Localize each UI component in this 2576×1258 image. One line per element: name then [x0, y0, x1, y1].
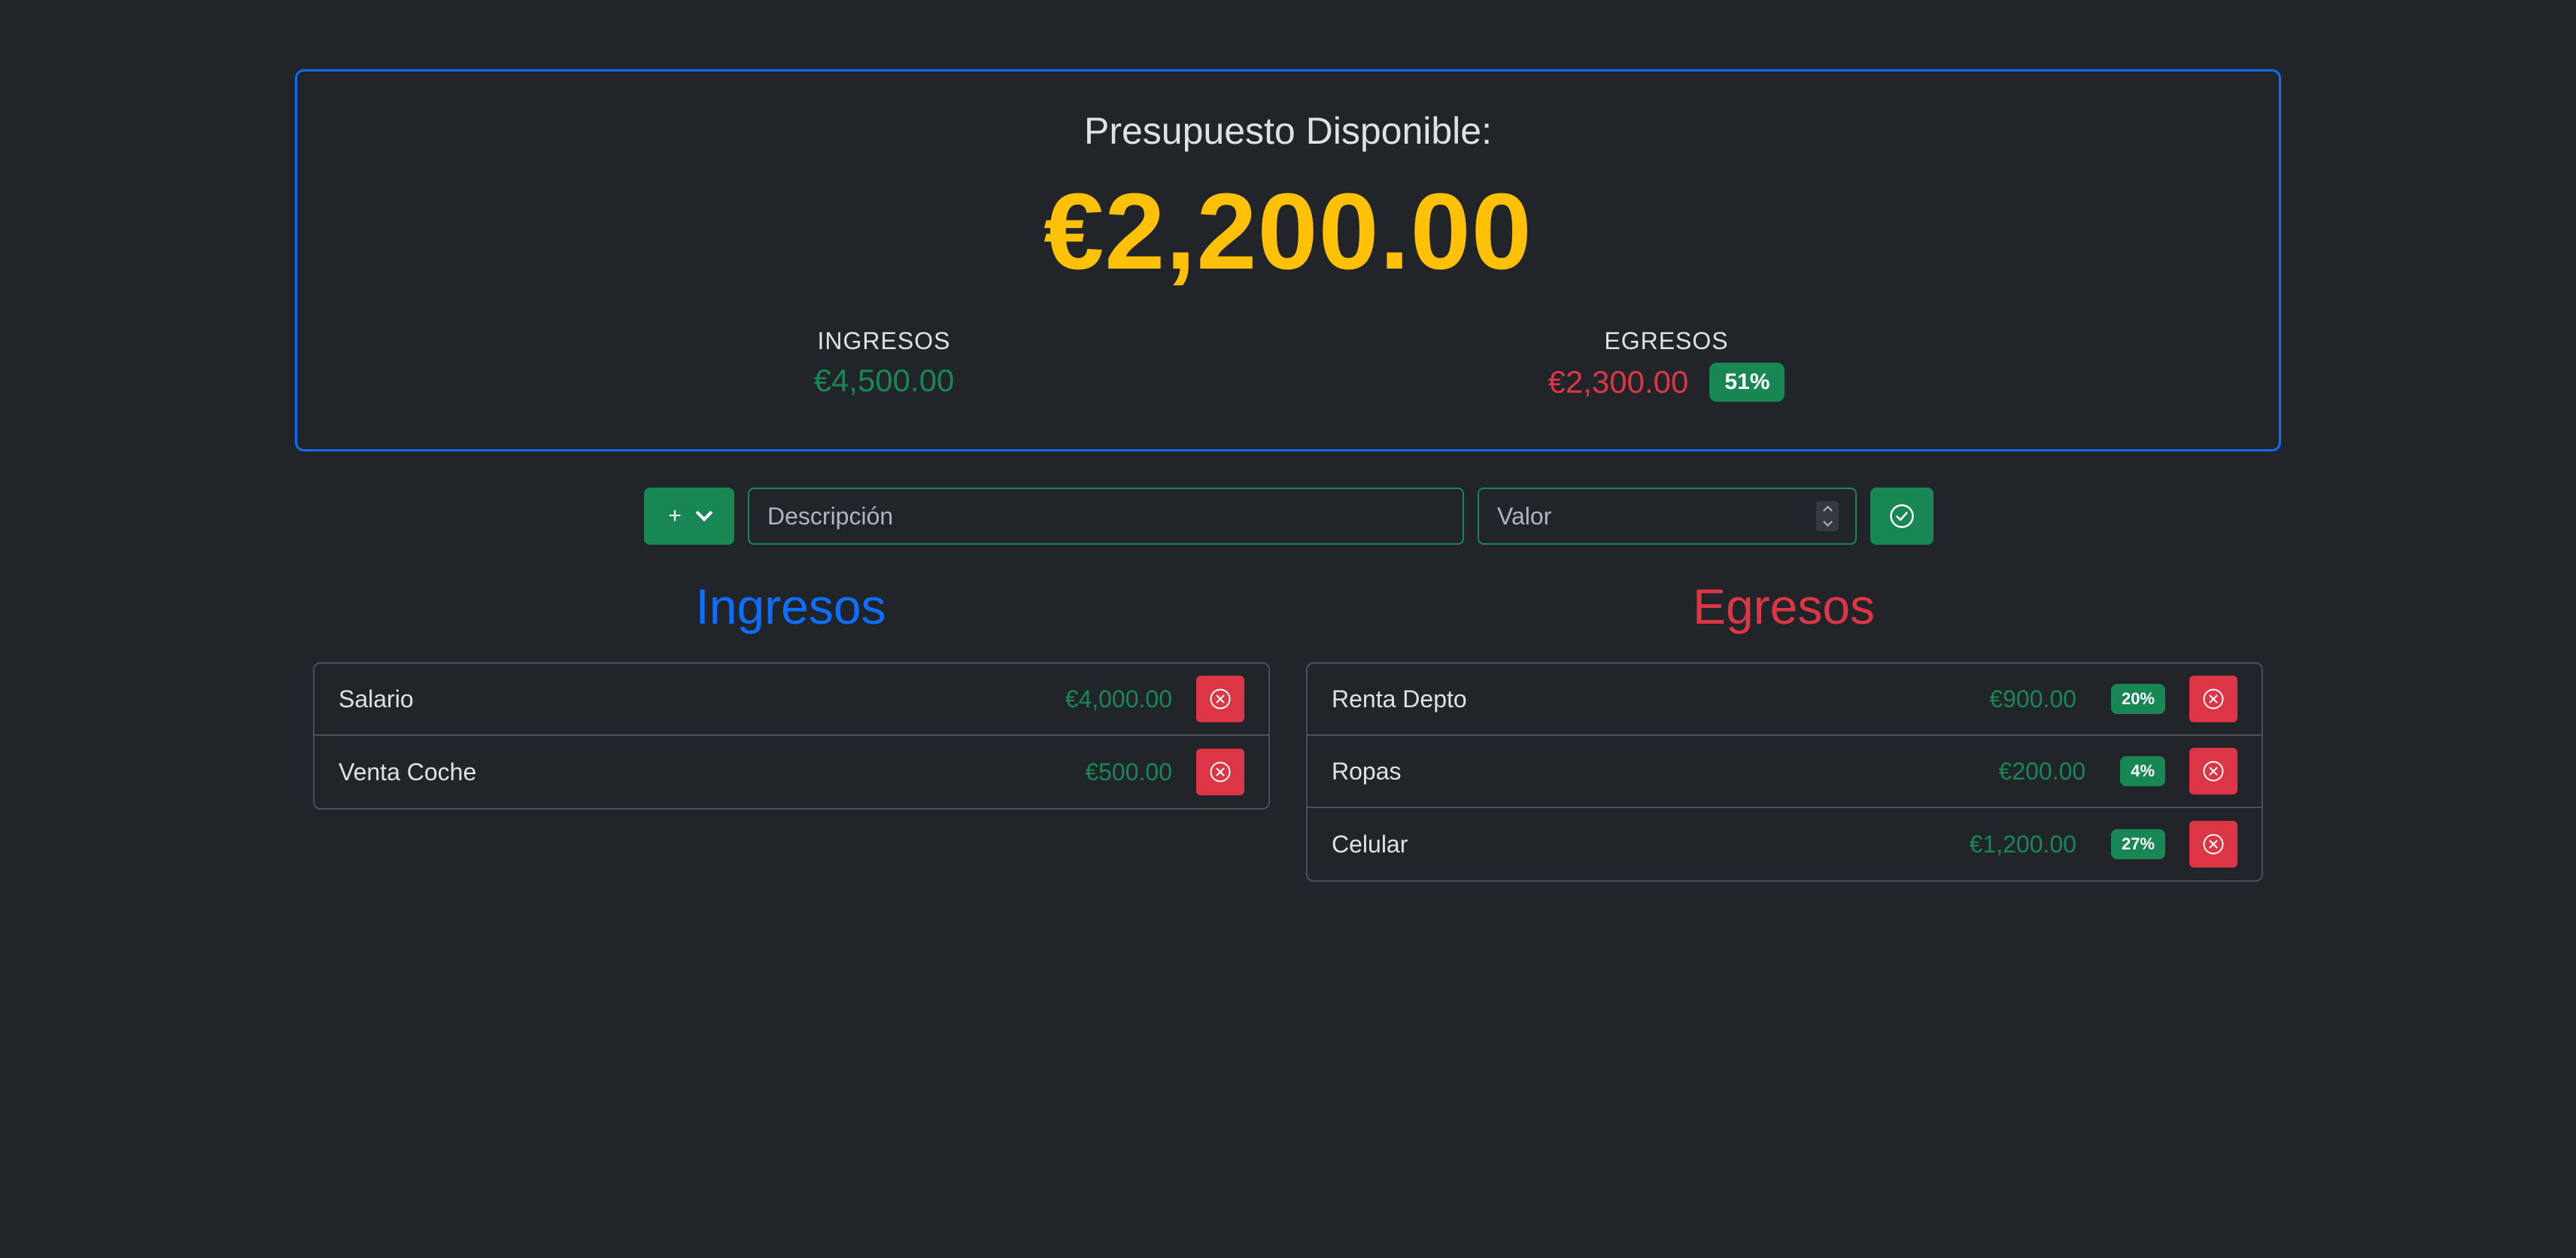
percentage-badge: 27%	[2110, 829, 2165, 859]
close-circle-icon	[2203, 688, 2224, 710]
spinner-down-icon	[1822, 517, 1833, 527]
spinner-up-icon	[1822, 506, 1833, 515]
close-circle-icon	[2203, 761, 2224, 782]
type-symbol: +	[668, 503, 682, 528]
list-item: Renta Depto €900.00 20%	[1308, 664, 2262, 736]
submit-button[interactable]	[1870, 488, 1934, 545]
item-value: €500.00	[1085, 758, 1172, 785]
budget-total: €2,200.00	[1043, 171, 1533, 292]
item-value: €900.00	[1989, 685, 2076, 713]
item-value: €1,200.00	[1969, 830, 2076, 858]
ingresos-list: Salario €4,000.00 Venta Coche €500.00	[313, 662, 1270, 810]
delete-button[interactable]	[2189, 676, 2237, 722]
egresos-list: Renta Depto €900.00 20% Ropas €200.00 4%…	[1306, 662, 2263, 882]
add-entry-form: +	[644, 488, 1934, 545]
number-spinner[interactable]	[1816, 501, 1839, 531]
egresos-summary-value: €2,300.00	[1548, 364, 1689, 400]
ingresos-summary-label: INGRESOS	[817, 327, 951, 354]
close-circle-icon	[1210, 688, 1231, 710]
list-item: Ropas €200.00 4%	[1308, 736, 2262, 808]
budget-title: Presupuesto Disponible:	[1084, 110, 1492, 152]
delete-button[interactable]	[1196, 676, 1244, 722]
ingresos-summary-value: €4,500.00	[813, 363, 955, 398]
egresos-summary-label: EGRESOS	[1604, 327, 1729, 354]
item-value: €200.00	[1998, 757, 2086, 785]
type-select[interactable]: +	[644, 488, 734, 545]
delete-button[interactable]	[2189, 821, 2237, 868]
item-description: Renta Depto	[1332, 685, 1467, 713]
item-description: Celular	[1332, 830, 1408, 858]
close-circle-icon	[1210, 761, 1231, 782]
chevron-down-icon	[695, 504, 713, 522]
description-input[interactable]	[748, 488, 1464, 545]
ingresos-heading: Ingresos	[695, 579, 886, 634]
delete-button[interactable]	[2189, 748, 2237, 795]
item-description: Salario	[339, 685, 414, 713]
close-circle-icon	[2203, 834, 2224, 855]
egresos-percentage-badge: 51%	[1709, 363, 1785, 402]
egresos-heading: Egresos	[1692, 579, 1876, 634]
delete-button[interactable]	[1196, 749, 1244, 795]
percentage-badge: 4%	[2120, 756, 2165, 786]
check-circle-icon	[1890, 504, 1914, 528]
egresos-summary: EGRESOS €2,300.00 51%	[1478, 327, 1855, 402]
value-field	[1478, 488, 1857, 545]
value-input[interactable]	[1478, 488, 1857, 545]
list-item: Venta Coche €500.00	[314, 736, 1268, 808]
ingresos-summary: INGRESOS €4,500.00	[734, 327, 1034, 399]
budget-card: Presupuesto Disponible: €2,200.00 INGRES…	[295, 69, 2281, 451]
item-value: €4,000.00	[1065, 685, 1172, 713]
list-item: Salario €4,000.00	[314, 664, 1268, 736]
list-item: Celular €1,200.00 27%	[1308, 808, 2262, 880]
item-description: Venta Coche	[339, 758, 477, 785]
item-description: Ropas	[1332, 757, 1402, 785]
percentage-badge: 20%	[2110, 684, 2165, 714]
